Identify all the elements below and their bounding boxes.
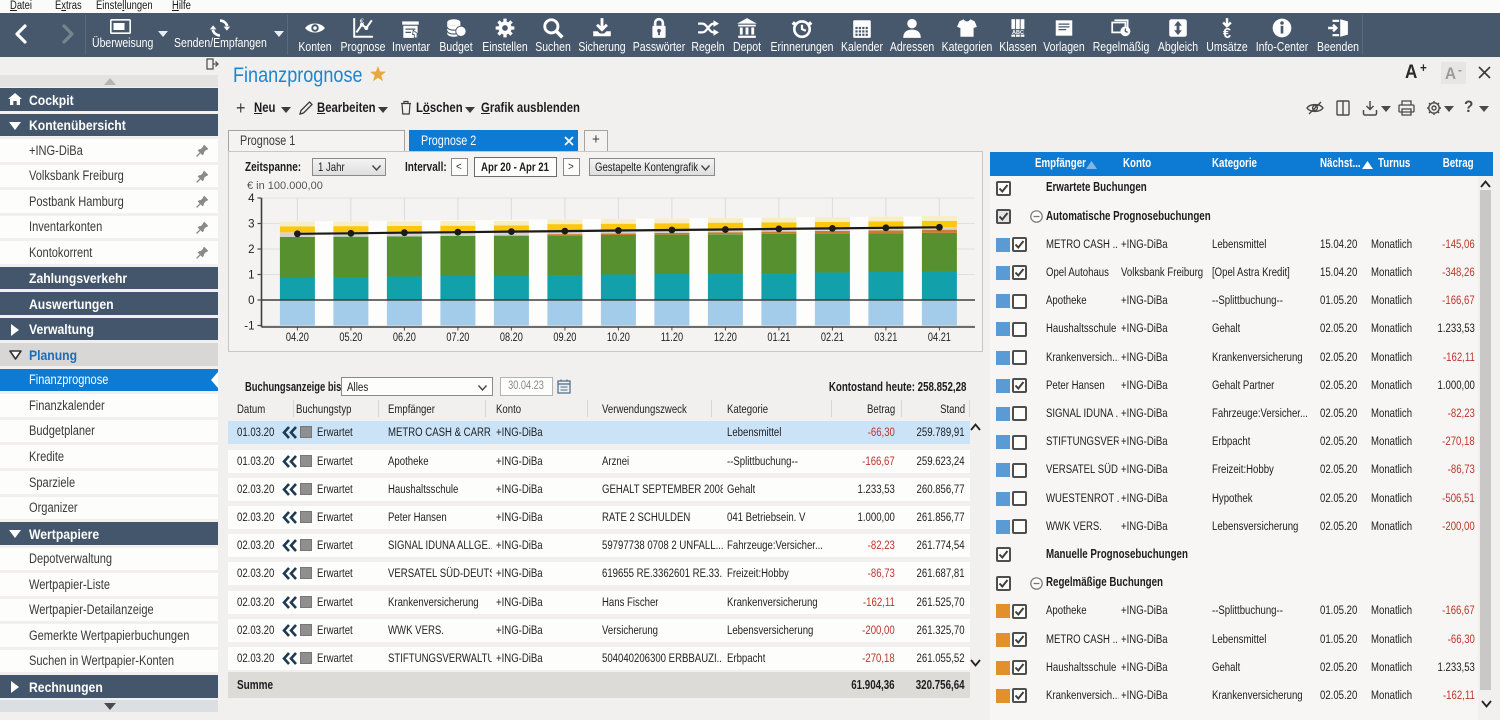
svg-text:12.20: 12.20 — [714, 332, 737, 344]
svg-text:10.20: 10.20 — [607, 332, 630, 344]
svg-text:0: 0 — [248, 295, 254, 307]
svg-text:4: 4 — [248, 193, 255, 205]
svg-text:02.21: 02.21 — [821, 332, 844, 344]
svg-text:11.20: 11.20 — [661, 332, 684, 344]
svg-text:-1: -1 — [244, 321, 254, 333]
svg-text:€: € — [1223, 26, 1231, 39]
svg-text:1: 1 — [248, 270, 254, 282]
svg-text:09.20: 09.20 — [553, 332, 576, 344]
svg-text:05.20: 05.20 — [339, 332, 362, 344]
svg-text:€: € — [360, 17, 365, 26]
svg-text:06.20: 06.20 — [393, 332, 416, 344]
svg-text:07.20: 07.20 — [446, 332, 469, 344]
svg-text:2: 2 — [248, 244, 254, 256]
svg-text:€ in 100.000,00: € in 100.000,00 — [247, 180, 323, 192]
svg-text:08.20: 08.20 — [500, 332, 523, 344]
svg-text:01.21: 01.21 — [767, 332, 790, 344]
svg-text:04.20: 04.20 — [286, 332, 309, 344]
svg-text:3: 3 — [248, 219, 254, 231]
svg-text:03.21: 03.21 — [874, 332, 897, 344]
svg-text:ABC: ABC — [1012, 30, 1024, 36]
svg-text:04.21: 04.21 — [928, 332, 951, 344]
